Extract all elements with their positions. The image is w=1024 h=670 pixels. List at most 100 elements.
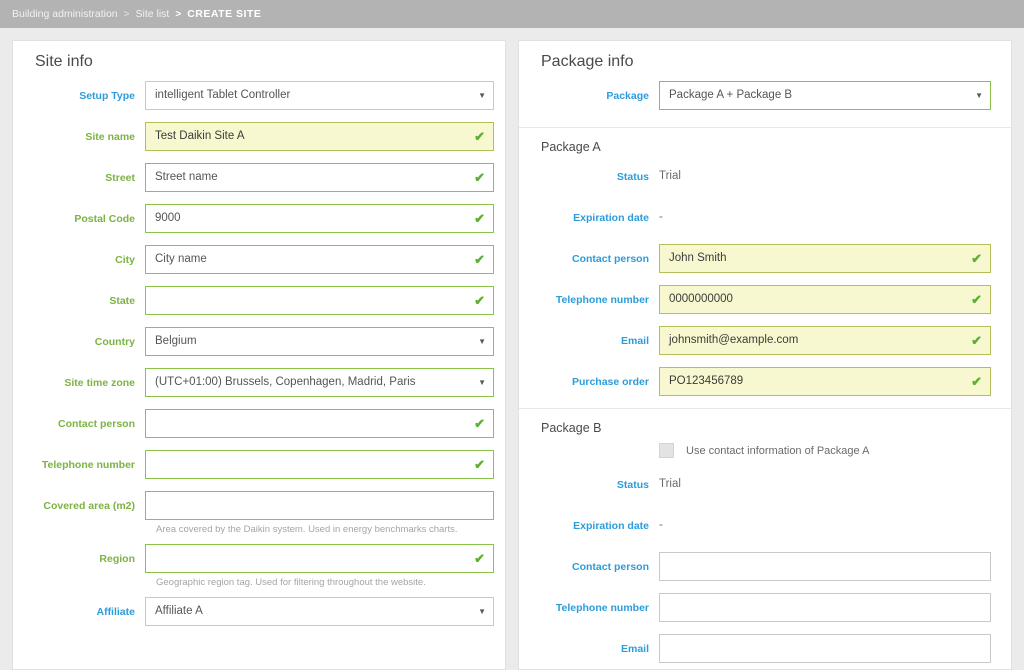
package-a-contact-person-label: Contact person [571,253,649,265]
package-b-contact-person-field[interactable] [659,552,991,581]
package-a-purchase-order-row-purchase-order: Purchase order PO123456789 ✔ [519,367,1011,397]
package-a-purchase-order-field[interactable]: PO123456789 ✔ [659,367,991,396]
site-covered-area-m2-label: Covered area (m2) [43,500,135,512]
package-b-contact-person-input[interactable] [659,552,991,581]
site-postal-code-input[interactable]: 9000 [145,204,494,233]
package-b-expiration-value: - [659,519,663,531]
breadcrumb-parent[interactable]: Site list [136,8,170,20]
package-b-section: Package B Use contact information of Pac… [519,408,1011,669]
site-setup-type-field[interactable]: intelligent Tablet Controller ▼ [145,81,494,110]
package-a-section: Package A Status Trial Expiration date -… [519,127,1011,397]
package-a-telephone-number-input[interactable]: 0000000000 [659,285,991,314]
site-info-card: Site info Setup Type intelligent Tablet C… [12,40,506,670]
package-a-contact-person-input[interactable]: John Smith [659,244,991,273]
site-street-input[interactable]: Street name [145,163,494,192]
site-state-input[interactable] [145,286,494,315]
package-info-title: Package info [541,53,634,70]
package-a-email-field[interactable]: johnsmith@example.com ✔ [659,326,991,355]
site-city-input[interactable]: City name [145,245,494,274]
site-site-time-zone-row-site-time-zone: Site time zone (UTC+01:00) Brussels, Cope… [13,368,505,398]
package-a-contact-person-row-contact-person: Contact person John Smith ✔ [519,244,1011,274]
valid-check-icon: ✔ [474,170,485,185]
site-site-name-row-site-name: Site name Test Daikin Site A ✔ [13,122,505,152]
valid-check-icon: ✔ [474,252,485,267]
site-site-name-field[interactable]: Test Daikin Site A ✔ [145,122,494,151]
package-a-fields: Contact person John Smith ✔ Telephone numbe… [519,244,1011,397]
use-package-a-contact-row[interactable]: Use contact information of Package A [519,443,1011,458]
valid-check-icon: ✔ [474,293,485,308]
site-affiliate-field[interactable]: Affiliate A ▼ [145,597,494,626]
package-b-telephone-number-field[interactable] [659,593,991,622]
site-telephone-number-field[interactable]: ✔ [145,450,494,479]
package-b-expiration-label: Expiration date [573,520,649,532]
package-b-telephone-number-row-telephone-number: Telephone number [519,593,1011,623]
site-affiliate-row-affiliate: Affiliate Affiliate A ▼ [13,597,505,627]
breadcrumb-separator-1: > [123,8,130,20]
package-select[interactable]: Package A + Package B [659,81,991,110]
package-a-email-row-email: Email johnsmith@example.com ✔ [519,326,1011,356]
package-a-expiration-label: Expiration date [573,212,649,224]
valid-check-icon: ✔ [971,251,982,266]
use-package-a-contact-checkbox[interactable] [659,443,674,458]
package-a-email-input[interactable]: johnsmith@example.com [659,326,991,355]
package-a-status-row: Status Trial [519,162,1011,192]
package-select-field[interactable]: Package A + Package B ▼ [659,81,991,110]
site-state-field[interactable]: ✔ [145,286,494,315]
site-info-form: Setup Type intelligent Tablet Controller ▼… [13,81,505,627]
site-country-label: Country [94,336,135,348]
site-site-time-zone-select[interactable]: (UTC+01:00) Brussels, Copenhagen, Madrid… [145,368,494,397]
site-street-label: Street [105,172,135,184]
valid-check-icon: ✔ [474,457,485,472]
package-b-email-field[interactable] [659,634,991,663]
site-telephone-number-input[interactable] [145,450,494,479]
site-contact-person-input[interactable] [145,409,494,438]
valid-check-icon: ✔ [474,129,485,144]
use-package-a-contact-label: Use contact information of Package A [686,444,870,457]
package-b-status-row: Status Trial [519,470,1011,500]
site-setup-type-select[interactable]: intelligent Tablet Controller [145,81,494,110]
valid-check-icon: ✔ [971,374,982,389]
package-a-telephone-number-label: Telephone number [555,294,649,306]
package-a-status-value: Trial [659,170,681,182]
site-region-input[interactable] [145,544,494,573]
site-street-field[interactable]: Street name ✔ [145,163,494,192]
valid-check-icon: ✔ [474,551,485,566]
site-contact-person-label: Contact person [57,418,135,430]
site-postal-code-field[interactable]: 9000 ✔ [145,204,494,233]
package-b-telephone-number-input[interactable] [659,593,991,622]
package-b-email-label: Email [620,643,649,655]
site-city-field[interactable]: City name ✔ [145,245,494,274]
site-country-row-country: Country Belgium ▼ [13,327,505,357]
site-affiliate-select[interactable]: Affiliate A [145,597,494,626]
package-a-purchase-order-input[interactable]: PO123456789 [659,367,991,396]
package-b-contact-person-label: Contact person [571,561,649,573]
site-postal-code-row-postal-code: Postal Code 9000 ✔ [13,204,505,234]
site-country-field[interactable]: Belgium ▼ [145,327,494,356]
site-contact-person-field[interactable]: ✔ [145,409,494,438]
site-site-name-label: Site name [85,131,135,143]
site-site-name-input[interactable]: Test Daikin Site A [145,122,494,151]
package-b-contact-person-row-contact-person: Contact person [519,552,1011,582]
package-a-contact-person-field[interactable]: John Smith ✔ [659,244,991,273]
package-a-expiration-value: - [659,211,663,223]
site-covered-area-m2-input[interactable] [145,491,494,520]
package-label: Package [606,90,649,102]
site-site-time-zone-field[interactable]: (UTC+01:00) Brussels, Copenhagen, Madrid… [145,368,494,397]
site-telephone-number-label: Telephone number [41,459,135,471]
chevron-down-icon: ▼ [478,337,486,346]
package-a-email-label: Email [620,335,649,347]
site-postal-code-label: Postal Code [74,213,135,225]
site-covered-area-m2-field[interactable] [145,491,494,520]
breadcrumb-root[interactable]: Building administration [12,8,118,20]
site-region-field[interactable]: ✔ [145,544,494,573]
site-telephone-number-row-telephone-number: Telephone number ✔ [13,450,505,480]
site-state-row-state: State ✔ [13,286,505,316]
package-a-expiration-row: Expiration date - [519,203,1011,233]
package-a-status-label: Status [616,171,649,183]
site-site-time-zone-label: Site time zone [64,377,135,389]
valid-check-icon: ✔ [971,292,982,307]
package-a-telephone-number-field[interactable]: 0000000000 ✔ [659,285,991,314]
package-b-email-input[interactable] [659,634,991,663]
site-info-title: Site info [35,53,93,70]
site-country-select[interactable]: Belgium [145,327,494,356]
